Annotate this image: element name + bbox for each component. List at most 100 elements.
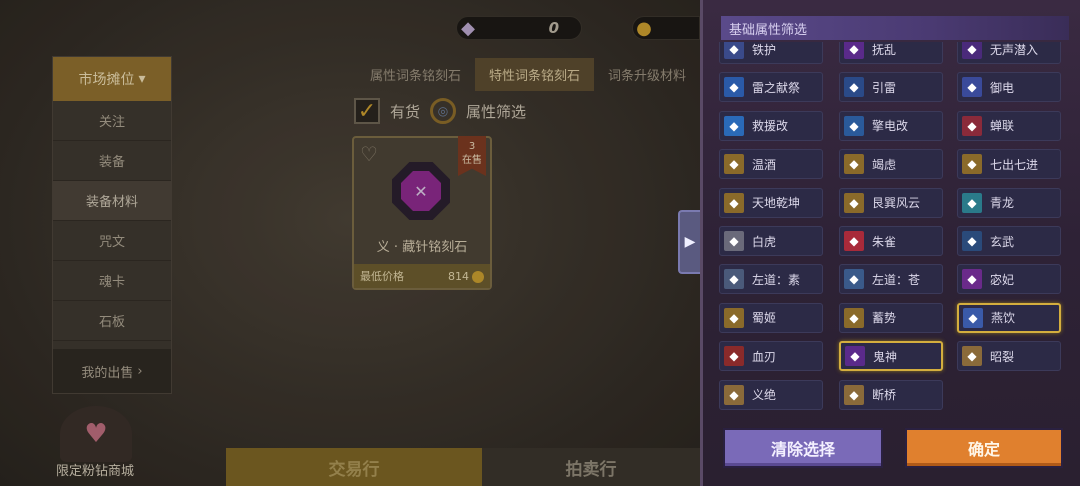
chevron-right-icon: ▶: [684, 234, 696, 250]
path-icon: ◆: [724, 269, 744, 290]
attribute-option[interactable]: ◆ 抚乱: [839, 42, 943, 64]
side-menu-item[interactable]: 石板: [53, 301, 171, 341]
attribute-label: 鬼神: [873, 349, 898, 364]
category-tab[interactable]: 特性词条铭刻石: [475, 58, 594, 91]
attribute-option[interactable]: ◆ 引雷: [839, 72, 943, 103]
chain-icon: ◆: [962, 115, 982, 136]
wind-icon: ◆: [844, 192, 864, 213]
lady-icon: ◆: [724, 307, 744, 328]
attribute-option[interactable]: ◆ 御电: [957, 72, 1061, 103]
category-tab[interactable]: 词条升级材料: [594, 58, 700, 91]
goddess-icon: ◆: [962, 269, 982, 290]
category-tab[interactable]: 属性词条铭刻石: [356, 58, 475, 91]
attribute-label: 义绝: [752, 388, 777, 403]
side-menu-item[interactable]: 装备材料: [53, 181, 171, 221]
side-menu-item[interactable]: 魂卡: [53, 261, 171, 301]
stealth-icon: ◆: [962, 42, 982, 59]
attribute-option[interactable]: ◆ 鬼神: [839, 341, 943, 372]
rift-icon: ◆: [962, 346, 982, 367]
clear-selection-button[interactable]: 清除选择: [723, 428, 883, 468]
attribute-option[interactable]: ◆ 朱雀: [839, 226, 943, 256]
attribute-option[interactable]: ◆ 义绝: [719, 379, 823, 410]
attribute-filter-panel: 基础属性筛选 ◆ 铁护 ◆ 抚乱 ◆ 无声潜入 ◆ 雷之献祭 ◆ 引雷 ◆ 御电 ◆ 救援改 ◆ 擎电改 ◆ 蝉联…: [700, 0, 1080, 486]
trade-tab-button[interactable]: 交易行: [226, 448, 482, 486]
price-label: 最低价格: [360, 270, 404, 283]
attribute-option[interactable]: ◆ 天地乾坤: [719, 187, 823, 218]
attribute-label: 引雷: [872, 80, 897, 95]
attribute-label: 宓妃: [990, 272, 1015, 287]
attribute-option[interactable]: ◆ 雷之献祭: [719, 72, 823, 103]
attribute-option[interactable]: ◆ 七出七进: [957, 149, 1061, 180]
dragon-icon: ◆: [962, 192, 982, 213]
chevron-right-icon: ›: [137, 363, 143, 379]
in-stock-checkbox[interactable]: ✓: [354, 98, 380, 124]
attribute-label: 蓄势: [872, 311, 897, 326]
attribute-option[interactable]: ◆ 艮巽风云: [839, 187, 943, 218]
attribute-option[interactable]: ◆ 竭虑: [839, 149, 943, 180]
bridge-icon: ◆: [844, 384, 864, 405]
attribute-option[interactable]: ◆ 擎电改: [839, 110, 943, 141]
item-card[interactable]: ♡ 3 在售 ✕ 义 · 藏针铭刻石 最低价格 814: [352, 136, 492, 290]
auction-tab-button[interactable]: 拍卖行: [482, 448, 700, 486]
tiger-icon: ◆: [724, 231, 744, 251]
stock-count: 3: [468, 141, 476, 152]
attribute-option[interactable]: ◆ 左道：素: [719, 264, 823, 295]
filter-row: ✓ 有货 ◎ 属性筛选: [354, 98, 526, 124]
attribute-option[interactable]: ◆ 血刃: [719, 341, 823, 372]
attribute-option[interactable]: ◆ 昭裂: [957, 341, 1061, 372]
attribute-label: 无声潜入: [990, 42, 1039, 57]
blade-icon: ◆: [724, 346, 744, 367]
attribute-label: 艮巽风云: [872, 196, 921, 211]
diamond-icon: ◆: [461, 17, 475, 39]
side-menu-item[interactable]: 装备: [53, 141, 171, 181]
in-stock-label: 有货: [390, 102, 421, 121]
chaos-icon: ◆: [844, 42, 864, 59]
lightning-icon: ◆: [724, 77, 744, 98]
side-menu-item[interactable]: 咒文: [53, 221, 171, 261]
attribute-label: 御电: [990, 80, 1015, 95]
attribute-label: 蜀姬: [752, 311, 777, 326]
swallow-icon: ◆: [963, 307, 983, 328]
attribute-option[interactable]: ◆ 白虎: [719, 226, 823, 256]
attribute-option[interactable]: ◆ 宓妃: [957, 264, 1061, 295]
my-sales-button[interactable]: 我的出售 ›: [53, 349, 171, 393]
coin-icon: [472, 270, 484, 283]
treasure-chest-icon[interactable]: ♥: [60, 406, 132, 462]
side-menu-item[interactable]: 关注: [53, 101, 171, 141]
wine-icon: ◆: [724, 154, 744, 175]
attribute-label: 救援改: [752, 119, 789, 134]
magnifier-icon[interactable]: ◎: [430, 98, 457, 124]
attribute-option[interactable]: ◆ 左道：苍: [839, 264, 943, 295]
attribute-option[interactable]: ◆ 救援改: [719, 110, 823, 141]
rescue-icon: ◆: [724, 115, 744, 136]
my-sales-label: 我的出售: [81, 365, 134, 381]
stock-ribbon: 3 在售: [458, 136, 486, 176]
collapse-panel-button[interactable]: ▶: [678, 210, 700, 274]
confirm-button[interactable]: 确定: [905, 428, 1063, 468]
attribute-option[interactable]: ◆ 断桥: [839, 379, 943, 410]
attribute-option[interactable]: ◆ 铁护: [719, 42, 823, 64]
attribute-option[interactable]: ◆ 蓄势: [839, 302, 943, 333]
limited-shop-label[interactable]: 限定粉钻商城: [56, 460, 134, 479]
chevron-down-icon: ▾: [138, 71, 146, 87]
attribute-label: 竭虑: [872, 157, 897, 172]
attribute-option[interactable]: ◆ 蜀姬: [719, 302, 823, 333]
attribute-label: 血刃: [752, 349, 777, 364]
price-bar: 最低价格 814: [354, 264, 490, 288]
side-menu: 市场摊位 ▾ 关注 装备 装备材料 咒文 魂卡 石板 我的出售 ›: [52, 56, 172, 394]
attribute-option[interactable]: ◆ 燕饮: [957, 302, 1061, 333]
attr-filter-label[interactable]: 属性筛选: [466, 101, 526, 122]
favorite-heart-icon[interactable]: ♡: [360, 142, 378, 166]
gem-balance: ◆ 0: [456, 16, 582, 40]
attribute-label: 温酒: [752, 157, 777, 172]
attribute-option[interactable]: ◆ 青龙: [957, 187, 1061, 218]
side-menu-header-label: 市场摊位: [78, 72, 135, 88]
attribute-label: 青龙: [990, 196, 1015, 211]
attribute-option[interactable]: ◆ 温酒: [719, 149, 823, 180]
attribute-option[interactable]: ◆ 无声潜入: [957, 42, 1061, 64]
side-menu-header[interactable]: 市场摊位 ▾: [53, 57, 171, 101]
gem-amount: 0: [548, 19, 559, 37]
price-value: 814: [448, 269, 469, 283]
attribute-option[interactable]: ◆ 玄武: [957, 226, 1061, 256]
attribute-option[interactable]: ◆ 蝉联: [957, 110, 1061, 141]
